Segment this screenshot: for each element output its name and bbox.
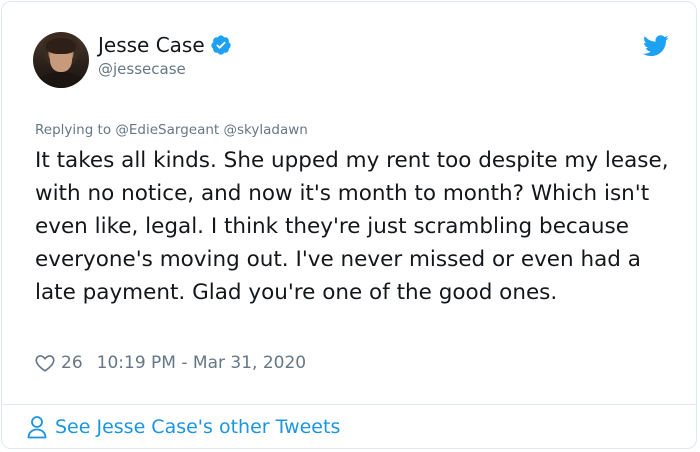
tweet-timestamp[interactable]: 10:19 PM - Mar 31, 2020 — [97, 353, 306, 373]
author-name-text[interactable]: Jesse Case — [98, 33, 205, 57]
twitter-bird-icon[interactable] — [643, 35, 669, 57]
replying-to-prefix: Replying to — [35, 122, 112, 138]
see-other-tweets-link[interactable]: See Jesse Case's other Tweets — [26, 415, 340, 439]
author-handle[interactable]: @jessecase — [98, 60, 186, 78]
person-icon — [27, 416, 47, 439]
tweet-card: Jesse Case @jessecase Replying to @EdieS… — [1, 1, 697, 449]
avatar-hair — [46, 38, 76, 54]
author-avatar[interactable] — [33, 32, 89, 88]
footer-divider — [3, 404, 695, 405]
tweet-text: It takes all kinds. She upped my rent to… — [35, 148, 669, 305]
see-other-tweets-label[interactable]: See Jesse Case's other Tweets — [55, 416, 340, 438]
tweet-meta: 26 10:19 PM - Mar 31, 2020 — [34, 352, 306, 374]
like-count[interactable]: 26 — [61, 353, 83, 373]
heart-icon[interactable] — [34, 352, 56, 374]
author-display-name[interactable]: Jesse Case — [98, 33, 232, 57]
avatar-shoulders — [37, 72, 85, 88]
reply-mentions[interactable]: @EdieSargeant @skyladawn — [115, 122, 307, 138]
verified-badge-icon — [211, 35, 231, 55]
replying-to-line: Replying to @EdieSargeant @skyladawn — [35, 122, 308, 138]
